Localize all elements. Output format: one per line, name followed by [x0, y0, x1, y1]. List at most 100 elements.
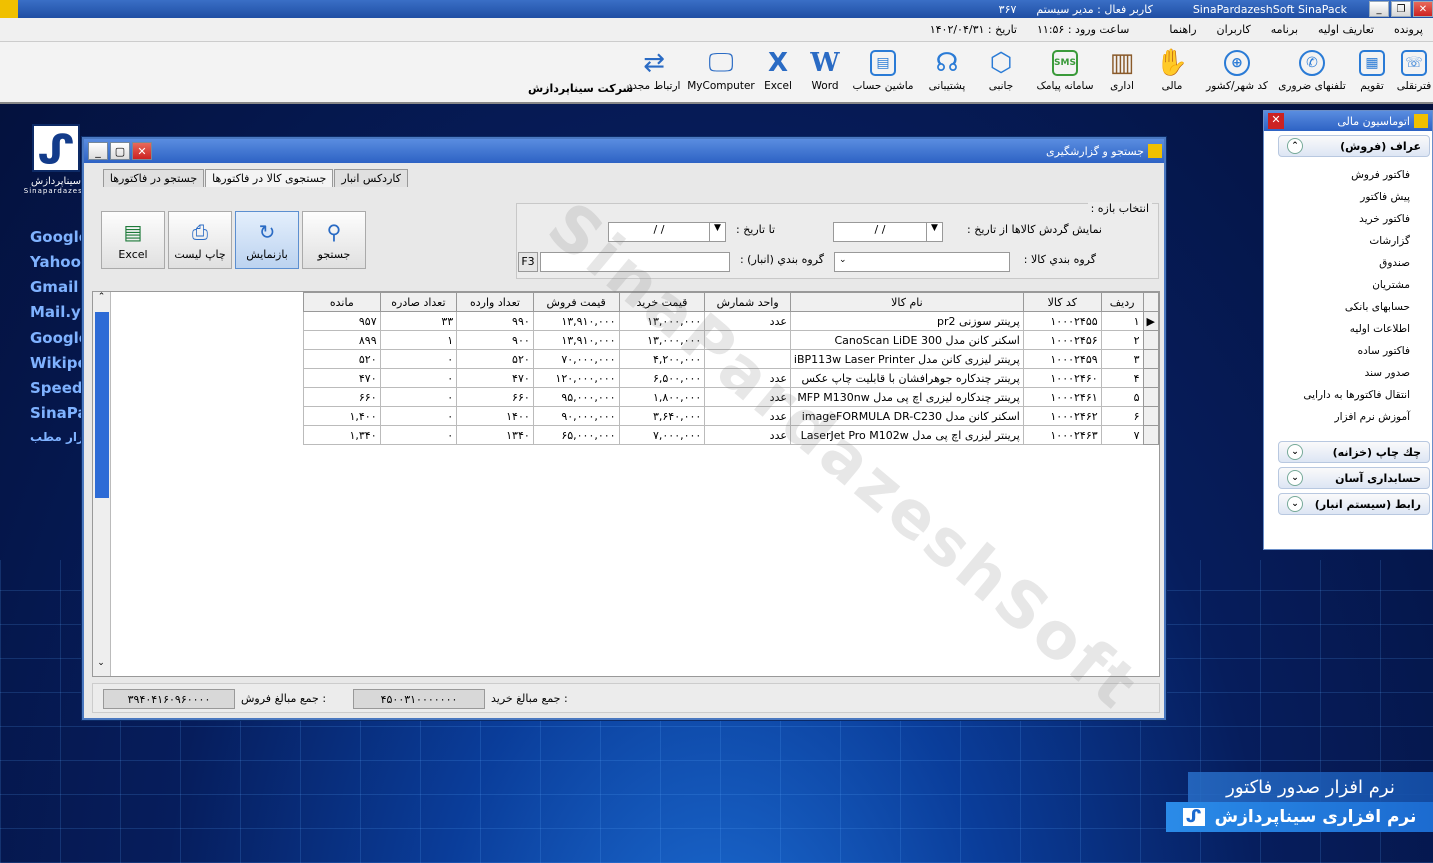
- col-unit[interactable]: واحد شمارش: [704, 292, 791, 312]
- toolbar-office-button[interactable]: ▥ اداری: [1100, 46, 1144, 100]
- category-label: گروه بندي کالا :: [1023, 253, 1096, 266]
- close-panel-button[interactable]: ✕: [1268, 113, 1284, 129]
- cell-code: ۱۰۰۰۲۴۶۱: [1022, 387, 1102, 407]
- cell-out-qty: ۰: [379, 387, 458, 407]
- menu-definitions[interactable]: تعاریف اولیه: [1308, 23, 1384, 36]
- close-window-button[interactable]: ✕: [132, 142, 152, 160]
- cell-code: ۱۰۰۰۲۴۵۹: [1022, 349, 1102, 369]
- toolbar-calculator-button[interactable]: ▤ ماشین حساب: [848, 46, 918, 100]
- restore-app-button[interactable]: ❐: [1391, 1, 1411, 17]
- banner-sinapardazesh: نرم افزاری سیناپردازش ᔑ: [1166, 802, 1433, 832]
- toolbar-excel-button[interactable]: X Excel: [760, 46, 796, 100]
- cell-row: ۲: [1100, 330, 1144, 350]
- expand-chevron-icon[interactable]: ⌄: [1287, 496, 1303, 512]
- expand-chevron-icon[interactable]: ⌄: [1287, 444, 1303, 460]
- scrollbar-thumb[interactable]: [95, 312, 109, 498]
- side-link-sinapardazesh[interactable]: SinaPa: [30, 404, 87, 422]
- search-button[interactable]: ⚲ جستجو: [302, 211, 366, 269]
- tab-kardex[interactable]: کاردکس انبار: [334, 169, 408, 187]
- sales-menu-item[interactable]: آموزش نرم افزار: [1278, 411, 1410, 433]
- side-link-gmail[interactable]: Gmail: [30, 278, 78, 296]
- table-row[interactable]: ۲ ۱۰۰۰۲۴۵۶ اسکنر کانن مدل CanoScan LiDE 30…: [303, 330, 1160, 350]
- to-date-dropdown-icon[interactable]: ▼: [709, 223, 725, 241]
- sales-menu-item[interactable]: انتقال فاکتورها به دارایی: [1278, 389, 1410, 411]
- to-date-field[interactable]: ▼ / /: [608, 222, 726, 242]
- table-row[interactable]: ۷ ۱۰۰۰۲۴۶۳ پرینتر لیزری اچ پی مدل LaserJet…: [303, 425, 1160, 445]
- col-row[interactable]: ردیف: [1100, 292, 1144, 312]
- section-sales[interactable]: عراف (فروش) ⌃: [1278, 135, 1430, 157]
- table-row[interactable]: ▶ ۱ ۱۰۰۰۲۴۵۵ پرینتر سوزنی pr2 عدد ۱۳,۰۰۰,۰۰۰ ۱…: [303, 311, 1160, 331]
- sales-menu-item[interactable]: صندوق: [1278, 257, 1410, 279]
- section-cheque[interactable]: چك چاپ (خزانه) ⌄: [1278, 441, 1430, 463]
- from-date-field[interactable]: ▼ / /: [833, 222, 943, 242]
- collapse-chevron-icon[interactable]: ⌃: [1287, 138, 1303, 154]
- f3-lookup-button[interactable]: F3: [518, 252, 538, 272]
- sales-menu-item[interactable]: صدور سند: [1278, 367, 1410, 389]
- toolbar-sms-button[interactable]: SMS سامانه پیامک: [1030, 46, 1100, 100]
- menu-help[interactable]: راهنما: [1159, 23, 1206, 36]
- col-code[interactable]: کد کالا: [1022, 292, 1102, 312]
- col-out-qty[interactable]: تعداد صادره: [379, 292, 458, 312]
- toolbar-financial-button[interactable]: ✋ مالی: [1150, 46, 1194, 100]
- menu-users[interactable]: کاربران: [1207, 23, 1261, 36]
- side-link-speedtest[interactable]: Speedt: [30, 379, 90, 397]
- table-row[interactable]: ۴ ۱۰۰۰۲۴۶۰ پرینتر چندکاره جوهرافشان با قاب…: [303, 368, 1160, 388]
- menu-file[interactable]: پرونده: [1384, 23, 1433, 36]
- maximize-window-button[interactable]: ▢: [110, 142, 130, 160]
- table-row[interactable]: ۳ ۱۰۰۰۲۴۵۹ پرینتر لیزری کانن مدل iBP113w L…: [303, 349, 1160, 369]
- toolbar-city-code-button[interactable]: ⊕ کد شهر/کشور: [1200, 46, 1274, 100]
- table-row[interactable]: ۵ ۱۰۰۰۲۴۶۱ پرینتر چندکاره لیزری اچ پی مدل …: [303, 387, 1160, 407]
- vertical-scrollbar[interactable]: ⌃ ⌄: [93, 292, 111, 676]
- sales-menu-item[interactable]: پیش فاکتور: [1278, 191, 1410, 213]
- close-app-button[interactable]: ✕: [1413, 1, 1433, 17]
- toolbar-extras-button[interactable]: ⬡ جانبی: [978, 46, 1024, 100]
- sales-menu-item[interactable]: فاکتور ساده: [1278, 345, 1410, 367]
- col-name[interactable]: نام کالا: [789, 292, 1024, 312]
- from-date-dropdown-icon[interactable]: ▼: [926, 223, 942, 241]
- col-sell-price[interactable]: قیمت فروش: [532, 292, 620, 312]
- category-select[interactable]: ⌄: [834, 252, 1010, 272]
- side-link-yahoo[interactable]: Yahoo: [30, 253, 81, 271]
- cell-name: پرینتر چندکاره جوهرافشان با قابلیت چاپ ع…: [789, 368, 1024, 388]
- sales-menu-item[interactable]: فاکتور خرید: [1278, 213, 1410, 235]
- cell-sell-price: ۱۳,۹۱۰,۰۰۰: [532, 311, 620, 331]
- to-date-label: تا تاریخ :: [736, 223, 775, 236]
- tab-item-search-invoices[interactable]: جستجوی کالا در فاکتورها: [205, 169, 334, 187]
- section-accounting[interactable]: حسابداری آسان ⌄: [1278, 467, 1430, 489]
- sales-menu-item[interactable]: حسابهای بانکی: [1278, 301, 1410, 323]
- warehouse-input[interactable]: [540, 252, 730, 272]
- print-list-button[interactable]: ⎙ چاپ لیست: [168, 211, 232, 269]
- export-excel-button[interactable]: ▤ Excel: [101, 211, 165, 269]
- toolbar-emergency-phones-button[interactable]: ✆ تلفنهای ضروری: [1274, 46, 1350, 100]
- toolbar-phone-button[interactable]: ☏ فترنقلی: [1395, 46, 1433, 100]
- menu-program[interactable]: برنامه: [1261, 23, 1308, 36]
- side-link-google-2[interactable]: Google: [30, 329, 89, 347]
- toolbar-word-button[interactable]: W Word: [804, 46, 846, 100]
- cell-remaining: ۱,۴۰۰: [303, 406, 381, 426]
- toolbar-support-button[interactable]: ☊ پشتیبانی: [920, 46, 974, 100]
- minimize-app-button[interactable]: _: [1369, 1, 1389, 17]
- toolbar-calendar-button[interactable]: ▦ تقویم: [1350, 46, 1394, 100]
- toolbar-mycomputer-button[interactable]: 🖵 MyComputer: [686, 46, 756, 100]
- section-warehouse[interactable]: رابط (سیستم انبار) ⌄: [1278, 493, 1430, 515]
- sales-menu-item[interactable]: اطلاعات اولیه: [1278, 323, 1410, 345]
- expand-chevron-icon[interactable]: ⌄: [1287, 470, 1303, 486]
- col-remaining[interactable]: مانده: [303, 292, 381, 312]
- cell-out-qty: ۰: [379, 368, 458, 388]
- col-in-qty[interactable]: تعداد وارده: [456, 292, 534, 312]
- side-link-wikipedia[interactable]: Wikipe: [30, 354, 88, 372]
- sales-menu-item[interactable]: مشتریان: [1278, 279, 1410, 301]
- refresh-button[interactable]: ↻ بازنمایش: [235, 211, 299, 269]
- minimize-window-button[interactable]: _: [88, 142, 108, 160]
- cell-buy-price: ۴,۲۰۰,۰۰۰: [618, 349, 706, 369]
- scroll-down-icon[interactable]: ⌄: [93, 658, 109, 676]
- col-buy-price[interactable]: قیمت خرید: [618, 292, 706, 312]
- scroll-up-icon[interactable]: ⌃: [93, 292, 110, 310]
- sales-menu-item[interactable]: فاکتور فروش: [1278, 169, 1410, 191]
- side-link-google[interactable]: Google: [30, 228, 89, 246]
- tab-search-invoices[interactable]: جستجو در فاکتورها: [102, 169, 205, 187]
- cell-unit: عدد: [704, 406, 791, 426]
- cell-buy-price: ۷,۰۰۰,۰۰۰: [618, 425, 706, 445]
- sales-menu-item[interactable]: گزارشات: [1278, 235, 1410, 257]
- table-row[interactable]: ۶ ۱۰۰۰۲۴۶۲ اسکنر کانن مدل imageFORMULA DR-…: [303, 406, 1160, 426]
